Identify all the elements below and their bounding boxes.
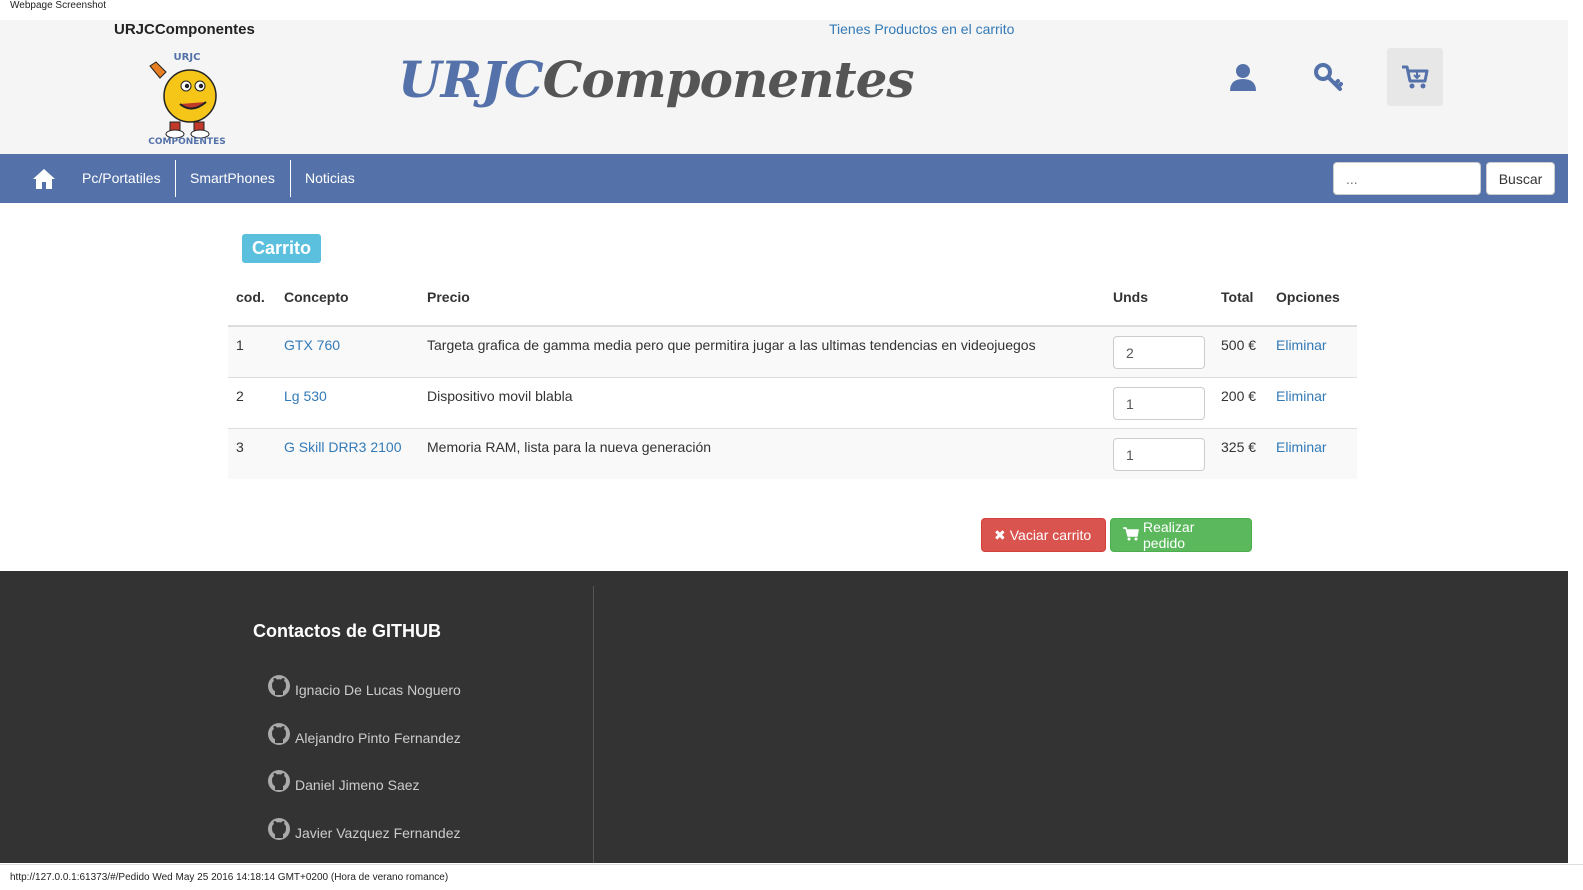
empty-cart-label: Vaciar carrito bbox=[1009, 527, 1092, 543]
nav-item-smartphones[interactable]: SmartPhones bbox=[175, 160, 289, 197]
remove-link[interactable]: Eliminar bbox=[1276, 439, 1327, 455]
github-contact[interactable]: Ignacio De Lucas Noguero bbox=[267, 674, 461, 698]
cell-cod: 3 bbox=[228, 428, 276, 479]
page-caption: Webpage Screenshot bbox=[10, 0, 106, 11]
github-contact[interactable]: Javier Vazquez Fernandez bbox=[267, 817, 461, 841]
cell-total: 325 € bbox=[1213, 428, 1268, 479]
logo-text-top: URJC bbox=[174, 52, 201, 63]
column-header: Total bbox=[1213, 283, 1268, 327]
table-row: 2 Lg 530 Dispositivo movil blabla 200 € … bbox=[228, 377, 1357, 429]
cart-title-badge: Carrito bbox=[242, 234, 322, 263]
product-link[interactable]: Lg 530 bbox=[284, 388, 327, 404]
table-header-row: cod. Concepto Precio Unds Total Opciones bbox=[228, 283, 1357, 327]
quantity-input[interactable] bbox=[1113, 336, 1205, 369]
cart-icon[interactable] bbox=[1387, 48, 1443, 106]
column-header: Concepto bbox=[276, 283, 419, 327]
cart-icon bbox=[1123, 526, 1139, 544]
logo-image[interactable]: URJC COMPONENTES bbox=[140, 48, 235, 146]
remove-link[interactable]: Eliminar bbox=[1276, 388, 1327, 404]
column-header: Precio bbox=[419, 283, 1105, 327]
remove-link[interactable]: Eliminar bbox=[1276, 337, 1327, 353]
home-icon[interactable] bbox=[30, 167, 58, 191]
footer-title: Contactos de GITHUB bbox=[253, 621, 442, 641]
search-input[interactable] bbox=[1333, 162, 1481, 195]
site-header: URJCComponentes Tienes Productos en el c… bbox=[0, 20, 1568, 154]
cell-precio: Memoria RAM, lista para la nueva generac… bbox=[419, 428, 1105, 479]
github-icon bbox=[268, 770, 290, 792]
brand-link[interactable]: URJCComponentes bbox=[114, 21, 255, 38]
place-order-button[interactable]: Realizar pedido bbox=[1110, 518, 1252, 552]
cell-total: 200 € bbox=[1213, 377, 1268, 429]
search-button[interactable]: Buscar bbox=[1486, 162, 1555, 195]
cell-cod: 1 bbox=[228, 325, 276, 378]
product-link[interactable]: G Skill DRR3 2100 bbox=[284, 439, 402, 455]
product-link[interactable]: GTX 760 bbox=[284, 337, 340, 353]
status-bar: http://127.0.0.1:61373/#/Pedido Wed May … bbox=[0, 864, 1583, 890]
cell-precio: Targeta grafica de gamma media pero que … bbox=[419, 325, 1105, 378]
quantity-input[interactable] bbox=[1113, 387, 1205, 420]
empty-cart-button[interactable]: ✖ Vaciar carrito bbox=[981, 518, 1106, 552]
column-header: Unds bbox=[1105, 283, 1213, 327]
scrollbar[interactable] bbox=[1568, 20, 1583, 863]
table-row: 1 GTX 760 Targeta grafica de gamma media… bbox=[228, 325, 1357, 378]
user-icon[interactable] bbox=[1215, 48, 1271, 106]
github-icon bbox=[268, 723, 290, 745]
github-icon bbox=[268, 818, 290, 840]
main-navbar: Pc/Portatiles SmartPhones Noticias Busca… bbox=[0, 154, 1568, 203]
column-header: cod. bbox=[228, 283, 276, 327]
cart-message-link[interactable]: Tienes Productos en el carrito bbox=[829, 21, 1014, 37]
banner-part2: Componentes bbox=[542, 50, 915, 109]
logo-text-bottom: COMPONENTES bbox=[148, 137, 225, 146]
github-contact-name: Daniel Jimeno Saez bbox=[295, 777, 420, 793]
github-contact[interactable]: Daniel Jimeno Saez bbox=[267, 769, 420, 793]
github-contact[interactable]: Alejandro Pinto Fernandez bbox=[267, 722, 461, 746]
column-header: Opciones bbox=[1268, 283, 1357, 327]
cell-total: 500 € bbox=[1213, 325, 1268, 378]
key-icon[interactable] bbox=[1300, 48, 1356, 106]
cart-table: cod. Concepto Precio Unds Total Opciones… bbox=[228, 283, 1357, 479]
footer-divider bbox=[593, 586, 594, 863]
banner-part1: URJC bbox=[398, 50, 544, 109]
github-contact-name: Ignacio De Lucas Noguero bbox=[295, 682, 461, 698]
quantity-input[interactable] bbox=[1113, 438, 1205, 471]
github-icon bbox=[268, 675, 290, 697]
cell-precio: Dispositivo movil blabla bbox=[419, 377, 1105, 429]
table-row: 3 G Skill DRR3 2100 Memoria RAM, lista p… bbox=[228, 428, 1357, 479]
cell-cod: 2 bbox=[228, 377, 276, 429]
github-contact-name: Alejandro Pinto Fernandez bbox=[295, 730, 461, 746]
nav-item-noticias[interactable]: Noticias bbox=[290, 160, 369, 197]
place-order-label: Realizar pedido bbox=[1143, 519, 1195, 551]
browser-viewport: URJCComponentes Tienes Productos en el c… bbox=[0, 20, 1568, 863]
nav-item-pc-portatiles[interactable]: Pc/Portatiles bbox=[68, 160, 175, 197]
close-icon: ✖ bbox=[994, 526, 1006, 543]
site-footer: Contactos de GITHUB Ignacio De Lucas Nog… bbox=[0, 571, 1568, 863]
github-contact-name: Javier Vazquez Fernandez bbox=[295, 825, 461, 841]
site-banner: URJCComponentes bbox=[398, 50, 915, 109]
